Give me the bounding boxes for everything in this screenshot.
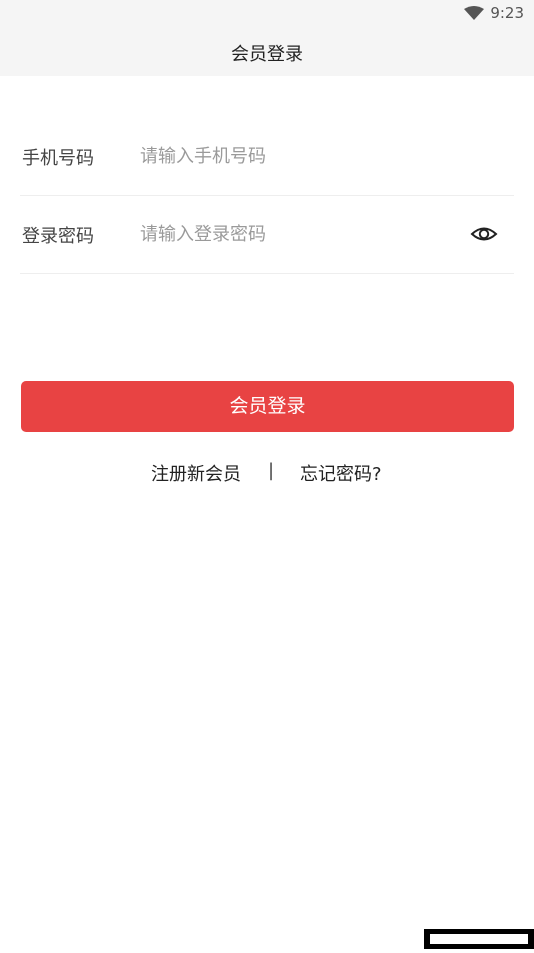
top-bar: 9:23 会员登录 <box>0 0 534 76</box>
password-input[interactable] <box>140 218 440 250</box>
password-label: 登录密码 <box>22 222 94 248</box>
forgot-password-link[interactable]: 忘记密码? <box>300 460 382 486</box>
auth-links: 注册新会员 | 忘记密码? <box>0 458 534 486</box>
status-time: 9:23 <box>490 4 524 22</box>
phone-label: 手机号码 <box>22 144 94 170</box>
eye-icon[interactable] <box>470 222 498 246</box>
link-divider: | <box>268 460 274 481</box>
login-button[interactable]: 会员登录 <box>21 381 514 432</box>
phone-input[interactable] <box>140 140 440 172</box>
phone-row: 手机号码 <box>20 118 514 196</box>
watermark-logo-image <box>424 929 534 949</box>
page-title: 会员登录 <box>0 40 534 66</box>
password-row: 登录密码 <box>20 196 514 274</box>
watermark-logo <box>424 929 534 949</box>
status-bar: 9:23 <box>0 0 534 28</box>
register-link[interactable]: 注册新会员 <box>151 460 241 486</box>
wifi-icon <box>464 6 484 20</box>
